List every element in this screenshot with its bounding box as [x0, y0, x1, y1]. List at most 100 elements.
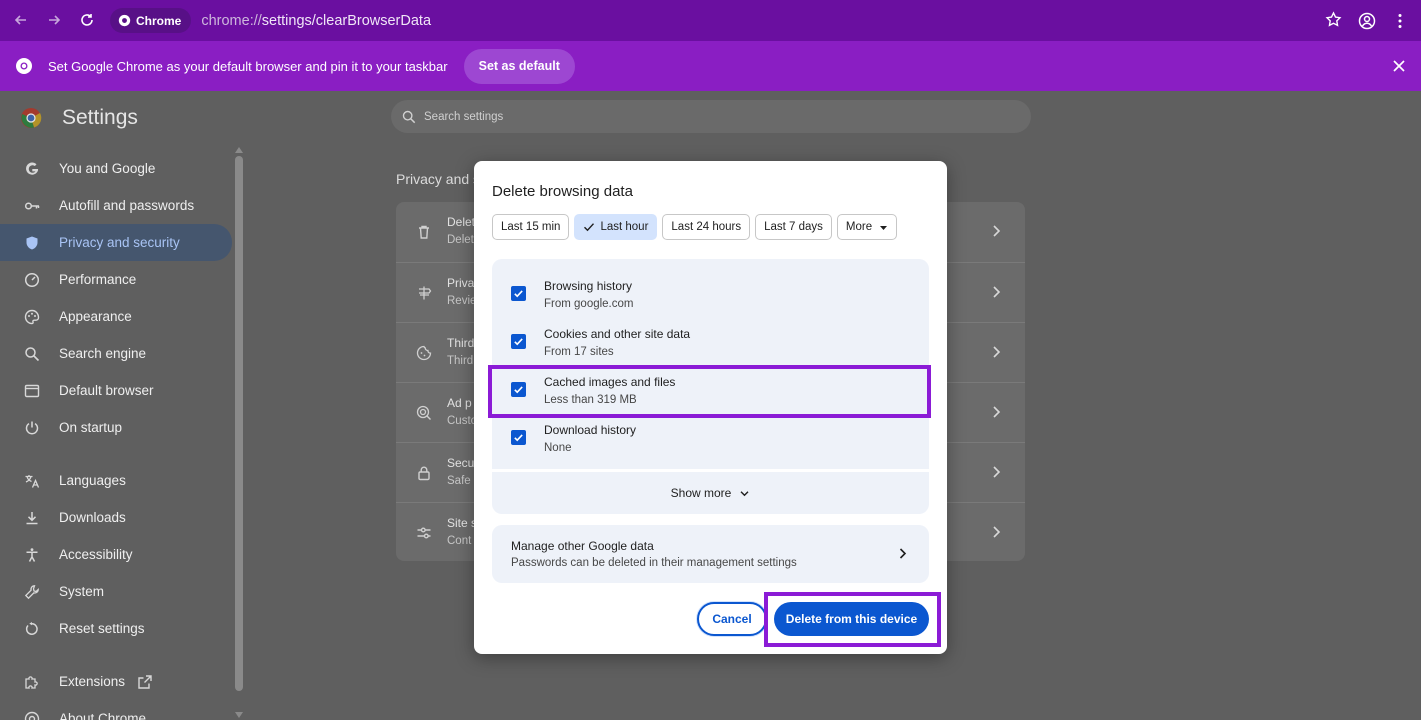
site-chip[interactable]: Chrome [110, 8, 192, 33]
chevron-down-icon [740, 490, 749, 496]
caret-down-icon [880, 225, 888, 230]
checkmark-icon [514, 434, 523, 442]
lock-icon [418, 466, 430, 481]
speedometer-icon [24, 272, 40, 288]
cached-images-checkbox[interactable] [511, 382, 526, 397]
sidebar-item-on-startup[interactable]: On startup [0, 409, 232, 446]
sidebar-item-appearance[interactable]: Appearance [0, 298, 232, 335]
accessibility-icon [24, 547, 40, 563]
google-g-icon [24, 161, 40, 177]
chrome-icon [16, 58, 32, 74]
checkmark-icon [514, 290, 523, 298]
checkmark-icon [514, 386, 523, 394]
manage-google-data-row[interactable]: Manage other Google data Passwords can b… [492, 525, 929, 583]
set-as-default-button[interactable]: Set as default [463, 48, 575, 84]
reload-icon [80, 14, 93, 26]
show-more-button[interactable]: Show more [492, 472, 929, 514]
sidebar-item-reset-settings[interactable]: Reset settings [0, 610, 232, 647]
url-text: chrome://settings/clearBrowserData [201, 12, 432, 29]
puzzle-icon [24, 674, 40, 690]
sidebar-item-autofill[interactable]: Autofill and passwords [0, 187, 232, 224]
sidebar-item-downloads[interactable]: Downloads [0, 499, 232, 536]
open-in-new-icon [138, 674, 152, 689]
time-range-selector: Last 15 min Last hour Last 24 hours Last… [492, 214, 898, 240]
delete-browsing-data-dialog: Delete browsing data Last 15 min Last ho… [474, 161, 947, 654]
cookie-icon [416, 345, 432, 361]
menu-button[interactable] [1385, 0, 1415, 41]
sidebar-item-performance[interactable]: Performance [0, 261, 232, 298]
sidebar-item-languages[interactable]: Languages [0, 462, 232, 499]
time-range-last-15-min[interactable]: Last 15 min [492, 214, 570, 240]
kebab-menu-icon [1398, 13, 1402, 28]
translate-icon [24, 473, 40, 489]
settings-menu: You and Google Autofill and passwords Pr… [0, 150, 232, 720]
chrome-icon [24, 711, 40, 720]
chevron-right-icon [993, 466, 1001, 478]
sidebar-scrollbar[interactable] [235, 156, 243, 691]
wrench-icon [24, 584, 40, 600]
address-bar[interactable]: Chrome chrome://settings/clearBrowserDat… [110, 7, 1342, 34]
back-button[interactable] [4, 5, 37, 35]
sidebar-item-search-engine[interactable]: Search engine [0, 335, 232, 372]
chevron-right-icon [993, 225, 1001, 237]
chevron-right-icon [899, 548, 907, 559]
list-item-cached-images[interactable]: Cached images and files Less than 319 MB [492, 368, 929, 416]
sidebar-item-extensions[interactable]: Extensions [0, 663, 232, 700]
search-input[interactable] [424, 110, 924, 123]
arrow-left-icon [14, 15, 26, 25]
cookies-checkbox[interactable] [511, 334, 526, 349]
sidebar-item-you-and-google[interactable]: You and Google [0, 150, 232, 187]
time-range-last-7-days[interactable]: Last 7 days [755, 214, 832, 240]
ad-privacy-icon [416, 405, 431, 420]
sliders-icon [417, 527, 431, 539]
download-history-checkbox[interactable] [511, 430, 526, 445]
scroll-down-icon[interactable] [234, 711, 244, 719]
palette-icon [24, 309, 40, 325]
key-icon [24, 198, 40, 214]
profile-icon [1358, 12, 1376, 29]
download-icon [24, 510, 40, 526]
forward-button[interactable] [37, 5, 70, 35]
sidebar-item-default-browser[interactable]: Default browser [0, 372, 232, 409]
dialog-title: Delete browsing data [492, 183, 633, 200]
time-range-last-24-hours[interactable]: Last 24 hours [662, 214, 751, 240]
time-range-last-hour[interactable]: Last hour [574, 214, 658, 240]
settings-sidebar: Settings You and Google Autofill and pas… [0, 91, 246, 720]
list-item-download-history[interactable]: Download history None [492, 416, 929, 464]
time-range-more-dropdown[interactable]: More [836, 214, 898, 240]
settings-header: Settings [20, 106, 138, 130]
sidebar-item-privacy-security[interactable]: Privacy and security [0, 224, 232, 261]
chevron-right-icon [993, 346, 1001, 358]
trash-icon [419, 225, 429, 239]
power-icon [24, 420, 40, 436]
browsing-history-checkbox[interactable] [511, 286, 526, 301]
section-title: Privacy and s [396, 171, 481, 187]
reset-icon [24, 621, 40, 637]
browser-toolbar: Chrome chrome://settings/clearBrowserDat… [0, 0, 1421, 41]
browser-window-icon [24, 383, 40, 399]
search-icon [24, 346, 40, 362]
sidebar-item-about-chrome[interactable]: About Chrome [0, 700, 232, 720]
menu-separator [0, 446, 232, 462]
profile-button[interactable] [1352, 0, 1382, 41]
sidebar-item-system[interactable]: System [0, 573, 232, 610]
data-types-list: Browsing history From google.com Cookies… [492, 259, 929, 469]
chevron-right-icon [993, 526, 1001, 538]
shield-icon [24, 235, 40, 251]
search-icon [402, 110, 416, 123]
scroll-up-icon[interactable] [234, 146, 244, 154]
reload-button[interactable] [70, 5, 103, 35]
sidebar-item-accessibility[interactable]: Accessibility [0, 536, 232, 573]
menu-separator [0, 647, 232, 663]
list-item-cookies[interactable]: Cookies and other site data From 17 site… [492, 320, 929, 368]
chevron-right-icon [993, 286, 1001, 298]
search-settings-field[interactable] [391, 100, 1031, 133]
delete-from-device-button[interactable]: Delete from this device [774, 602, 929, 636]
chrome-icon [118, 14, 131, 27]
bookmark-button[interactable] [1325, 11, 1342, 33]
star-icon [1325, 11, 1342, 27]
cancel-button[interactable]: Cancel [697, 602, 767, 636]
close-icon[interactable] [1391, 58, 1407, 74]
list-item-browsing-history[interactable]: Browsing history From google.com [492, 272, 929, 320]
arrow-right-icon [48, 15, 60, 25]
